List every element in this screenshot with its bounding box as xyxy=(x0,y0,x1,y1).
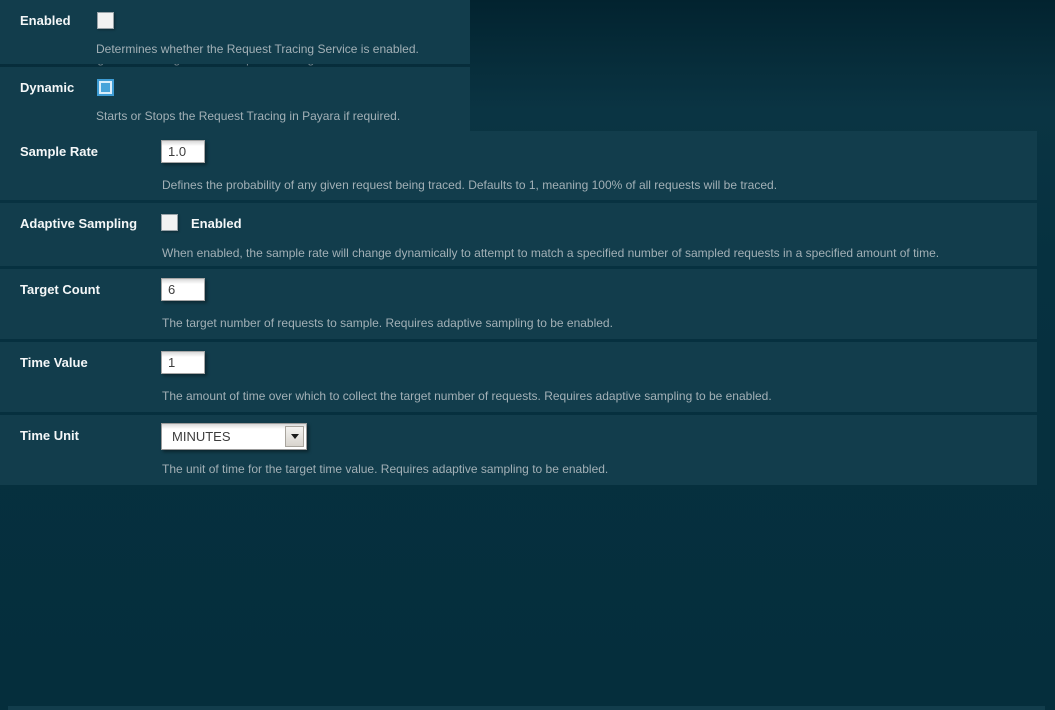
time-unit-row: Time Unit MINUTES The unit of time for t… xyxy=(0,415,1037,485)
enabled-row: Enabled Determines whether the Request T… xyxy=(0,0,470,64)
adaptive-sampling-description: When enabled, the sample rate will chang… xyxy=(162,246,939,260)
enabled-description: Determines whether the Request Tracing S… xyxy=(96,42,419,56)
time-unit-select[interactable]: MINUTES xyxy=(161,423,307,450)
dynamic-checkbox[interactable] xyxy=(99,81,112,94)
sample-rate-description: Defines the probability of any given req… xyxy=(162,178,777,192)
dynamic-description: Starts or Stops the Request Tracing in P… xyxy=(96,109,400,123)
chevron-down-icon xyxy=(291,434,299,439)
enabled-checkbox[interactable] xyxy=(97,12,114,29)
sample-rate-input[interactable] xyxy=(161,140,205,163)
adaptive-sampling-checkbox-label: Enabled xyxy=(191,216,242,231)
target-count-description: The target number of requests to sample.… xyxy=(162,316,613,330)
sample-rate-label: Sample Rate xyxy=(20,144,98,159)
dynamic-label: Dynamic xyxy=(20,80,74,95)
time-unit-selected-value: MINUTES xyxy=(162,429,231,444)
target-count-row: Target Count The target number of reques… xyxy=(0,269,1037,339)
sample-rate-row: Sample Rate Defines the probability of a… xyxy=(0,131,1037,200)
dynamic-row: Dynamic Starts or Stops the Request Trac… xyxy=(0,67,470,131)
target-count-input[interactable] xyxy=(161,278,205,301)
time-unit-dropdown-button[interactable] xyxy=(285,426,304,447)
time-value-row: Time Value The amount of time over which… xyxy=(0,342,1037,412)
next-panel-edge xyxy=(8,706,1045,710)
time-value-label: Time Value xyxy=(20,355,88,370)
time-value-description: The amount of time over which to collect… xyxy=(162,389,772,403)
time-value-input[interactable] xyxy=(161,351,205,374)
adaptive-sampling-checkbox[interactable] xyxy=(161,214,178,231)
target-count-label: Target Count xyxy=(20,282,100,297)
sampling-options-panel: Sample Rate Defines the probability of a… xyxy=(0,131,1037,485)
time-unit-label: Time Unit xyxy=(20,428,79,443)
adaptive-sampling-label: Adaptive Sampling xyxy=(20,216,137,231)
adaptive-sampling-row: Adaptive Sampling Enabled When enabled, … xyxy=(0,203,1037,266)
enabled-label: Enabled xyxy=(20,13,71,28)
time-unit-description: The unit of time for the target time val… xyxy=(162,462,608,476)
